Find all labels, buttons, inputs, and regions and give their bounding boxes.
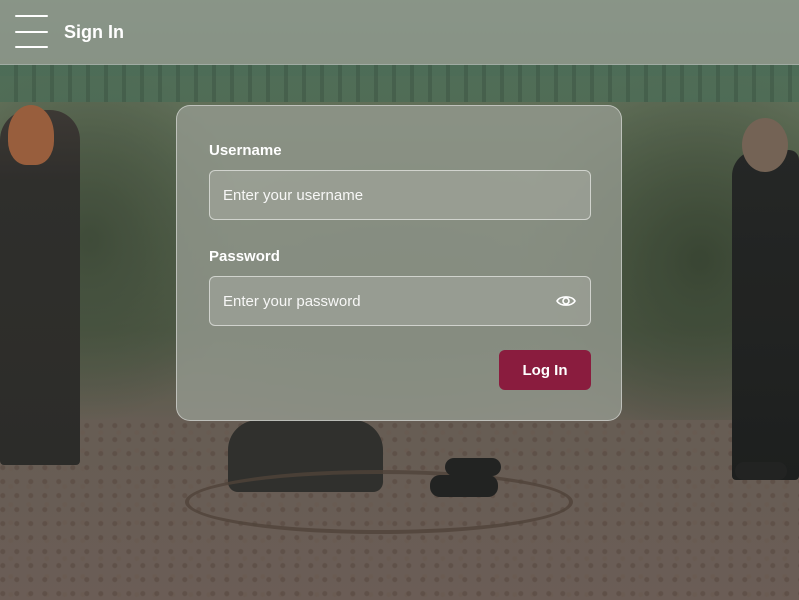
hamburger-menu-icon[interactable] (15, 15, 49, 49)
username-label: Username (209, 142, 282, 159)
username-input[interactable] (209, 170, 591, 220)
top-bar: Sign In (0, 0, 799, 65)
eye-icon[interactable] (555, 291, 577, 311)
password-label: Password (209, 248, 280, 265)
log-in-button[interactable]: Log In (499, 350, 591, 390)
page-title: Sign In (64, 21, 124, 42)
login-card: Username Password Log In (176, 105, 622, 421)
password-input[interactable] (209, 276, 591, 326)
